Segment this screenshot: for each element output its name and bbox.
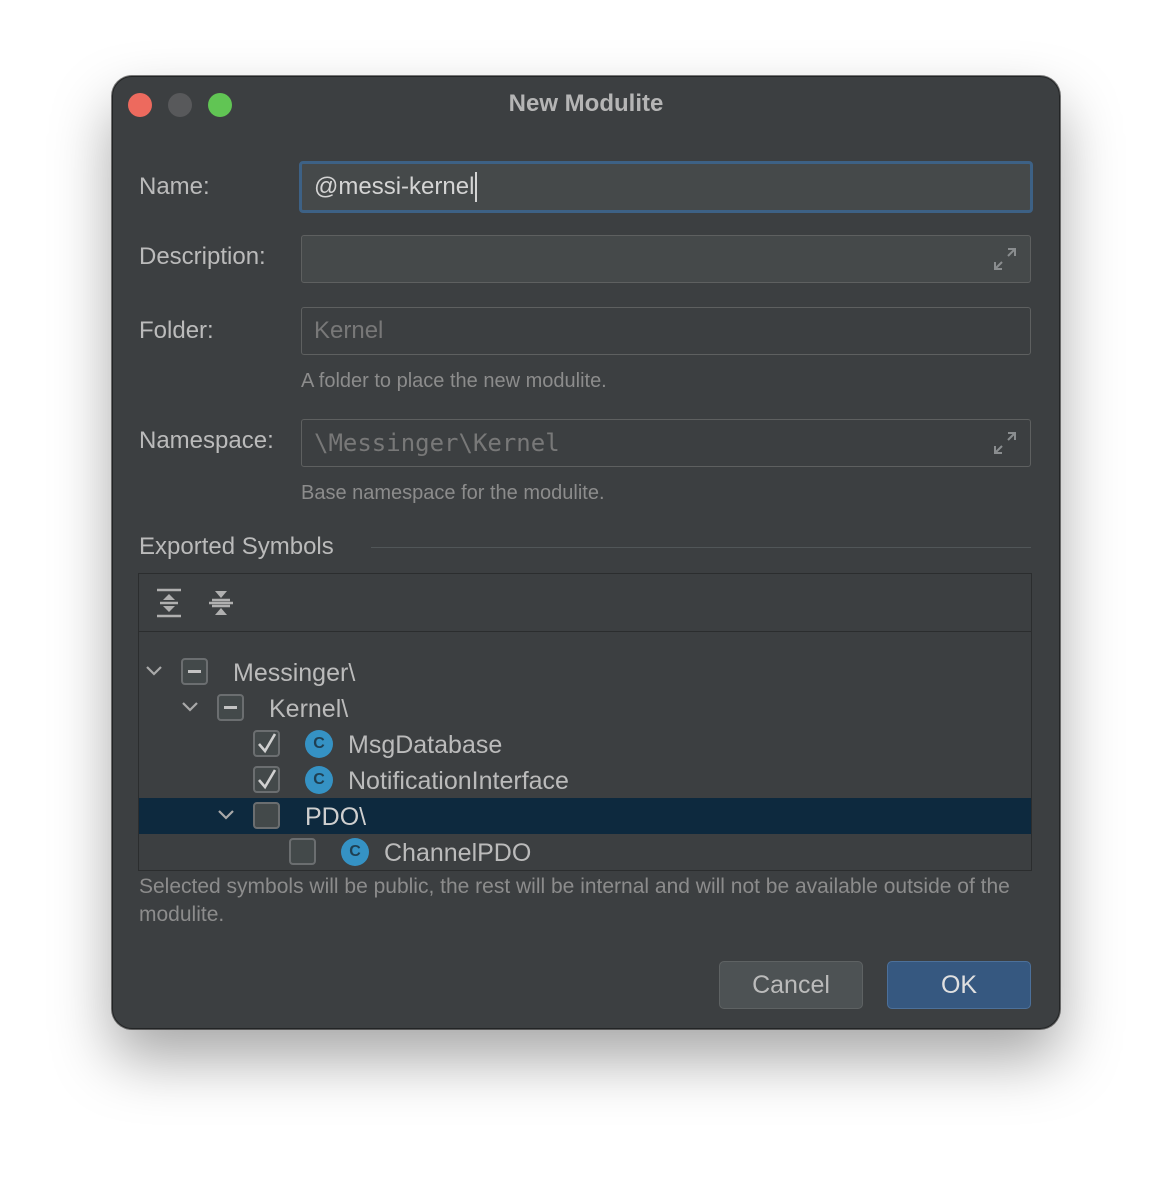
namespace-input-value: \Messinger\Kernel [314, 429, 560, 457]
namespace-input[interactable]: \Messinger\Kernel [301, 419, 1031, 467]
checkmark-icon [258, 769, 277, 790]
tree-row[interactable]: C ChannelPDO [139, 834, 1031, 870]
folder-input[interactable]: Kernel [301, 307, 1031, 355]
exported-symbols-tree: Messinger\ Kernel\ C MsgDatabase C Notificati… [138, 573, 1032, 871]
checkmark-icon [258, 733, 277, 754]
class-icon: C [305, 766, 333, 794]
text-caret [475, 172, 478, 202]
class-icon: C [305, 730, 333, 758]
collapse-all-icon[interactable] [206, 587, 236, 619]
namespace-hint: Base namespace for the modulite. [301, 482, 605, 504]
class-icon: C [341, 838, 369, 866]
name-input[interactable]: @messi-kernel [299, 161, 1033, 213]
expand-all-icon[interactable] [154, 587, 184, 619]
tree-row-label: PDO\ [305, 803, 367, 831]
tree-row-label: ChannelPDO [384, 839, 532, 867]
folder-hint: A folder to place the new modulite. [301, 370, 607, 392]
folder-input-value: Kernel [314, 317, 384, 344]
ok-button[interactable]: OK [887, 961, 1031, 1009]
tree-checkbox[interactable] [181, 658, 208, 685]
namespace-label: Namespace: [139, 427, 274, 454]
tree-row-label: Messinger\ [233, 659, 356, 687]
tree-checkbox[interactable] [289, 838, 316, 865]
section-divider [371, 547, 1031, 548]
chevron-down-icon[interactable] [179, 690, 201, 726]
tree-row-label: Kernel\ [269, 695, 349, 723]
chevron-down-icon[interactable] [215, 798, 237, 834]
tree-row[interactable]: Kernel\ [139, 690, 1031, 726]
tree-row-label: MsgDatabase [348, 731, 503, 759]
tree-row-label: NotificationInterface [348, 767, 569, 795]
name-label: Name: [139, 173, 210, 200]
tree-row[interactable]: C MsgDatabase [139, 726, 1031, 762]
expand-editor-icon[interactable] [992, 430, 1018, 456]
exported-symbols-note: Selected symbols will be public, the res… [139, 875, 1010, 926]
tree-row[interactable]: PDO\ [139, 798, 1031, 834]
folder-label: Folder: [139, 317, 214, 344]
tree-row[interactable]: C NotificationInterface [139, 762, 1031, 798]
tree-checkbox[interactable] [253, 730, 280, 757]
tree-checkbox[interactable] [253, 802, 280, 829]
dialog-title: New Modulite [508, 90, 664, 117]
expand-editor-icon[interactable] [992, 246, 1018, 272]
tree-row[interactable]: Messinger\ [139, 654, 1031, 690]
exported-symbols-title: Exported Symbols [139, 533, 334, 560]
tree-checkbox[interactable] [217, 694, 244, 721]
tree-toolbar [139, 574, 1031, 632]
chevron-down-icon[interactable] [143, 654, 165, 690]
cancel-button[interactable]: Cancel [719, 961, 863, 1009]
new-modulite-dialog: New Modulite Name: @messi-kernel Descrip… [112, 76, 1060, 1029]
description-input[interactable] [301, 235, 1031, 283]
name-input-value: @messi-kernel [314, 173, 475, 200]
tree-checkbox[interactable] [253, 766, 280, 793]
description-label: Description: [139, 243, 266, 270]
